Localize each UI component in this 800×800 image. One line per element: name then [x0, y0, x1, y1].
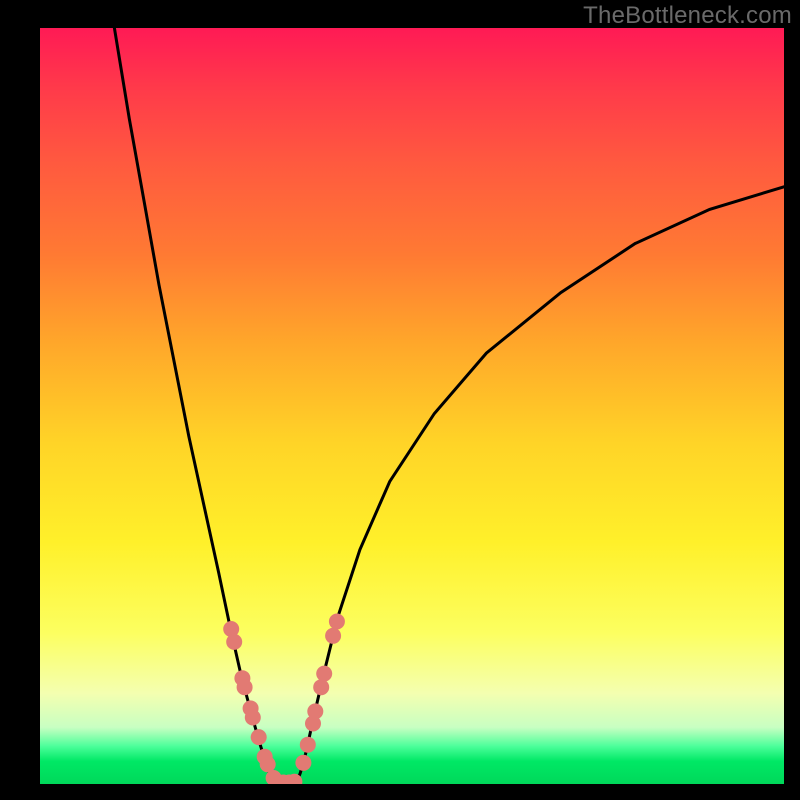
chart-svg: [40, 28, 784, 784]
curve-right-branch: [297, 187, 784, 783]
curve-layer: [114, 28, 784, 783]
highlight-dot: [300, 737, 316, 753]
highlight-dot: [251, 729, 267, 745]
highlight-dot: [329, 614, 345, 630]
marker-layer: [223, 614, 345, 785]
highlight-dot: [307, 703, 323, 719]
highlight-dot: [295, 755, 311, 771]
curve-left-branch: [114, 28, 273, 783]
highlight-dot: [245, 710, 261, 726]
highlight-dot: [325, 628, 341, 644]
chart-frame: TheBottleneck.com: [0, 0, 800, 800]
highlight-dot: [226, 634, 242, 650]
highlight-dot: [237, 679, 253, 695]
highlight-dot: [260, 756, 276, 772]
highlight-dot: [313, 679, 329, 695]
watermark-text: TheBottleneck.com: [583, 2, 792, 30]
highlight-dot: [316, 666, 332, 682]
